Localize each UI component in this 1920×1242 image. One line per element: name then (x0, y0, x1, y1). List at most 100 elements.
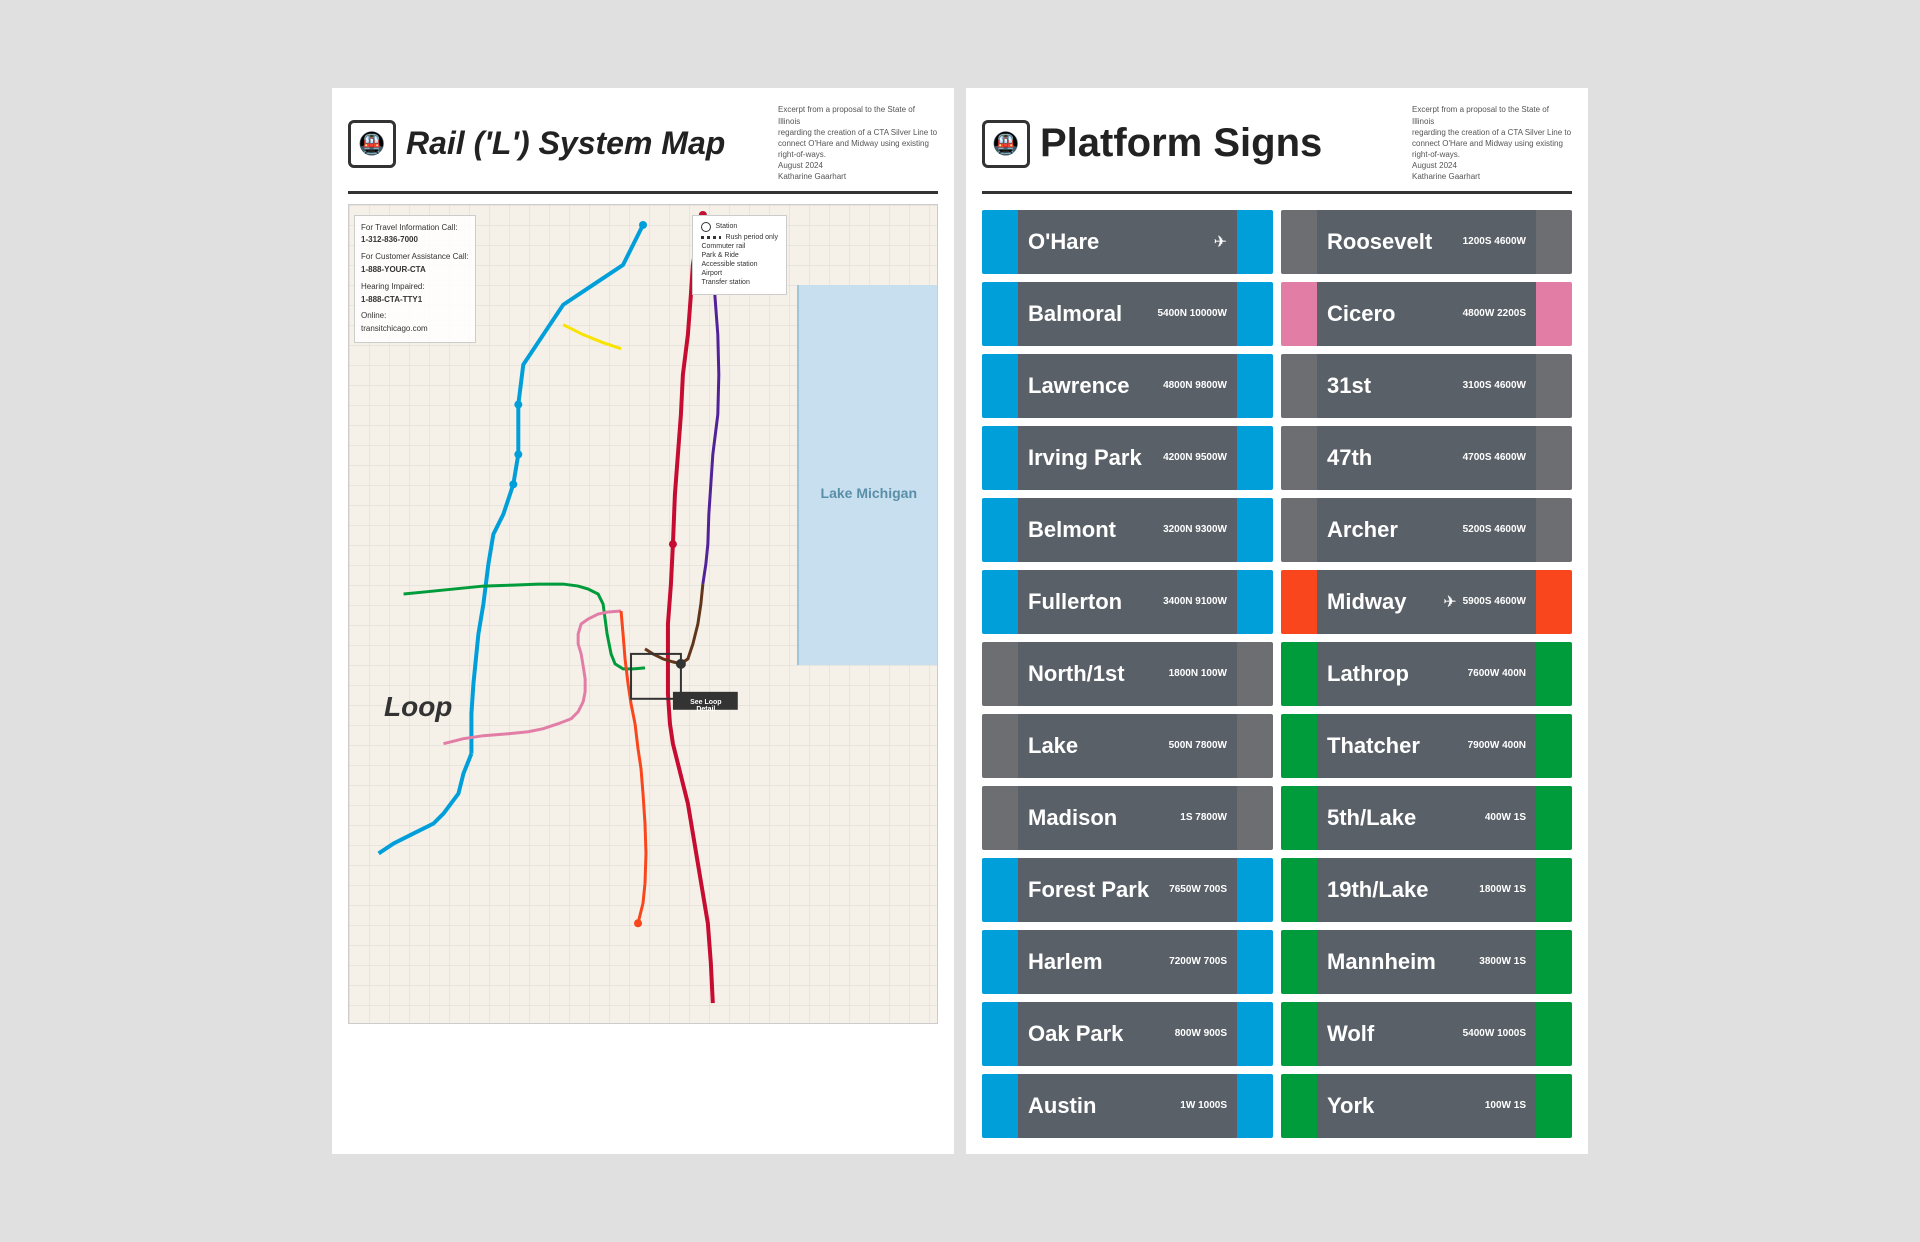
sign-row: Lathrop 7600W 400N (1281, 642, 1572, 706)
sign-color-bar-left (1281, 282, 1317, 346)
sign-main: Roosevelt 1200S 4600W (1317, 210, 1536, 274)
sign-coords: 3200N 9300W (1163, 523, 1227, 537)
signs-grid: O'Hare ✈ Roosevelt 1200S 4600W Balmoral5400N… (982, 210, 1572, 1138)
sign-row: Balmoral5400N 10000W (982, 282, 1273, 346)
sign-main: Lake500N 7800W (1018, 714, 1237, 778)
sign-station-name: 47th (1327, 445, 1457, 471)
sign-color-bar-left (982, 930, 1018, 994)
sign-main: 19th/Lake1800W 1S (1317, 858, 1536, 922)
sign-row: Cicero4800W 2200S (1281, 282, 1572, 346)
sign-station-name: Roosevelt (1327, 229, 1457, 255)
sign-color-bar-right (1237, 354, 1273, 418)
sign-row: Austin 1W 1000S (982, 1074, 1273, 1138)
sign-coords: 5400N 10000W (1158, 307, 1228, 321)
sign-color-bar-right (1237, 570, 1273, 634)
sign-station-name: Irving Park (1028, 445, 1157, 471)
airport-icon: ✈ (1214, 232, 1227, 252)
sign-coords: 5200S 4600W (1463, 523, 1526, 537)
sign-main: Midway✈5900S 4600W (1317, 570, 1536, 634)
sign-main: Lawrence4800N 9800W (1018, 354, 1237, 418)
svg-text:Detail: Detail (696, 705, 715, 712)
sign-row: Lawrence4800N 9800W (982, 354, 1273, 418)
sign-color-bar-right (1237, 210, 1273, 274)
sign-coords: 1200S 4600W (1463, 235, 1526, 249)
sign-color-bar-right (1536, 354, 1572, 418)
sign-main: 31st3100S 4600W (1317, 354, 1536, 418)
sign-main: Austin 1W 1000S (1018, 1074, 1237, 1138)
sign-main: Fullerton3400N 9100W (1018, 570, 1237, 634)
sign-coords: 4700S 4600W (1463, 451, 1526, 465)
sign-main: O'Hare ✈ (1018, 210, 1237, 274)
right-title: Platform Signs (1040, 121, 1322, 166)
sign-row: Forest Park 7650W 700S (982, 858, 1273, 922)
sign-station-name: Harlem (1028, 949, 1163, 975)
sign-station-name: Austin (1028, 1093, 1174, 1119)
sign-row: O'Hare ✈ (982, 210, 1273, 274)
loop-label: Loop (384, 691, 452, 723)
sign-coords: 1800N 100W (1169, 667, 1227, 681)
sign-station-name: 5th/Lake (1327, 805, 1479, 831)
sign-main: Lathrop 7600W 400N (1317, 642, 1536, 706)
sign-row: Wolf 5400W 1000S (1281, 1002, 1572, 1066)
sign-main: Archer5200S 4600W (1317, 498, 1536, 562)
sign-main: Madison 1S 7800W (1018, 786, 1237, 850)
sign-coords: 7600W 400N (1468, 667, 1526, 681)
sign-color-bar-left (1281, 426, 1317, 490)
left-panel: 🚇 Rail ('L') System Map Excerpt from a p… (332, 88, 954, 1153)
sign-station-name: Lathrop (1327, 661, 1462, 687)
sign-coords: 3400N 9100W (1163, 595, 1227, 609)
sign-color-bar-right (1237, 714, 1273, 778)
sign-station-name: Forest Park (1028, 877, 1163, 903)
sign-row: Oak Park800W 900S (982, 1002, 1273, 1066)
sign-main: Belmont3200N 9300W (1018, 498, 1237, 562)
sign-station-name: North/1st (1028, 661, 1163, 687)
sign-station-name: O'Hare (1028, 229, 1208, 255)
sign-row: Thatcher7900W 400N (1281, 714, 1572, 778)
sign-color-bar-left (982, 1002, 1018, 1066)
sign-color-bar-right (1536, 570, 1572, 634)
sign-main: 5th/Lake 400W 1S (1317, 786, 1536, 850)
sign-color-bar-left (1281, 930, 1317, 994)
sign-color-bar-right (1237, 858, 1273, 922)
sign-station-name: 31st (1327, 373, 1457, 399)
sign-row: Madison 1S 7800W (982, 786, 1273, 850)
right-panel: 🚇 Platform Signs Excerpt from a proposal… (966, 88, 1588, 1153)
sign-row: Archer5200S 4600W (1281, 498, 1572, 562)
sign-color-bar-left (1281, 786, 1317, 850)
sign-coords: 4200N 9500W (1163, 451, 1227, 465)
sign-station-name: Thatcher (1327, 733, 1462, 759)
sign-coords: 7200W 700S (1169, 955, 1227, 969)
sign-color-bar-left (982, 786, 1018, 850)
left-header: 🚇 Rail ('L') System Map Excerpt from a p… (348, 104, 938, 193)
sign-station-name: Mannheim (1327, 949, 1473, 975)
right-train-icon: 🚇 (982, 120, 1030, 168)
sign-color-bar-left (982, 498, 1018, 562)
info-box: For Travel Information Call: 1-312-836-7… (354, 215, 476, 343)
right-header: 🚇 Platform Signs Excerpt from a proposal… (982, 104, 1572, 193)
sign-coords: 100W 1S (1485, 1099, 1526, 1113)
sign-coords: 1W 1000S (1180, 1099, 1227, 1113)
sign-coords: 5900S 4600W (1463, 595, 1526, 609)
sign-coords: 1S 7800W (1180, 811, 1227, 825)
sign-row: Irving Park 4200N 9500W (982, 426, 1273, 490)
sign-color-bar-right (1536, 498, 1572, 562)
sign-station-name: Midway (1327, 589, 1437, 615)
sign-station-name: Lake (1028, 733, 1163, 759)
sign-color-bar-right (1237, 786, 1273, 850)
sign-station-name: Wolf (1327, 1021, 1457, 1047)
sign-color-bar-left (982, 210, 1018, 274)
sign-coords: 5400W 1000S (1463, 1027, 1526, 1041)
sign-coords: 1800W 1S (1479, 883, 1526, 897)
train-icon: 🚇 (348, 120, 396, 168)
sign-coords: 7650W 700S (1169, 883, 1227, 897)
map-area: Lake Michigan (348, 204, 938, 1024)
sign-color-bar-left (1281, 714, 1317, 778)
sign-color-bar-right (1536, 714, 1572, 778)
sign-main: Harlem 7200W 700S (1018, 930, 1237, 994)
sign-main: Cicero4800W 2200S (1317, 282, 1536, 346)
sign-main: Thatcher7900W 400N (1317, 714, 1536, 778)
sign-coords: 400W 1S (1485, 811, 1526, 825)
sign-color-bar-left (982, 570, 1018, 634)
sign-color-bar-right (1237, 642, 1273, 706)
sign-station-name: Madison (1028, 805, 1174, 831)
